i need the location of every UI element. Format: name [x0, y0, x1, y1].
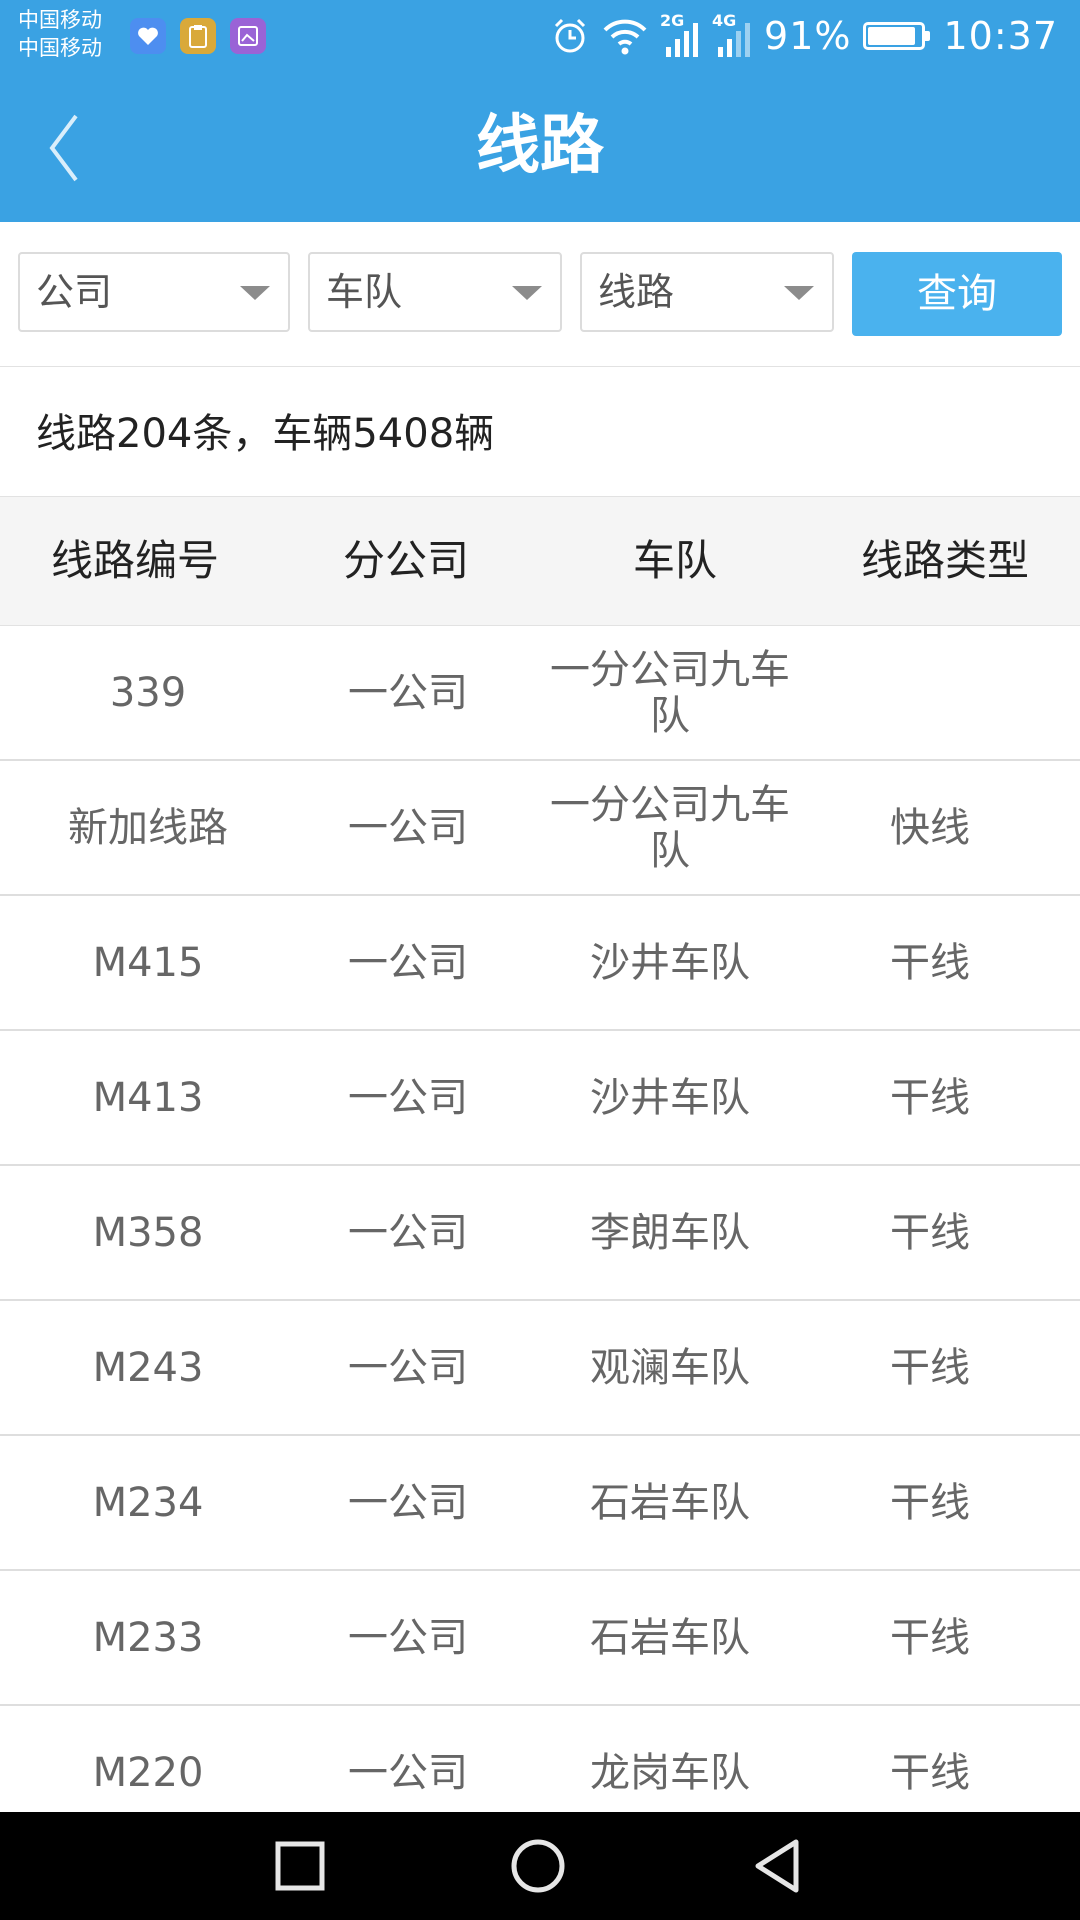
- column-header-route-number: 线路编号: [50, 536, 219, 585]
- notification-icons: [130, 18, 266, 54]
- cell-branch: 一公司: [348, 804, 468, 851]
- cell-fleet: 李朗车队: [590, 1209, 750, 1256]
- carrier-label-2: 中国移动: [18, 36, 102, 60]
- page-title: 线路: [476, 109, 604, 183]
- cell-branch: 一公司: [348, 1074, 468, 1121]
- battery-percent: 91%: [764, 14, 852, 58]
- battery-level: [868, 27, 916, 45]
- table-row[interactable]: M413 一公司 沙井车队 干线: [0, 1031, 1080, 1166]
- gallery-app-icon: [230, 18, 266, 54]
- cell-fleet: 一分公司九车队: [550, 646, 790, 739]
- status-bar: 中国移动 中国移动 2G 4G 91% 10:37: [0, 0, 1080, 72]
- home-icon[interactable]: [510, 1838, 566, 1894]
- cell-fleet: 石岩车队: [590, 1614, 750, 1661]
- cell-route-number: M234: [92, 1479, 204, 1526]
- cell-route-number: M415: [92, 939, 204, 986]
- table-row[interactable]: 新加线路 一公司 一分公司九车队 快线: [0, 761, 1080, 896]
- cell-route-number: 新加线路: [68, 804, 228, 851]
- cell-branch: 一公司: [348, 939, 468, 986]
- column-header-route-type: 线路类型: [860, 536, 1029, 585]
- dropdown-arrow-icon: [240, 286, 270, 300]
- cell-route-number: M413: [92, 1074, 204, 1121]
- dropdown-arrow-icon: [512, 286, 542, 300]
- alarm-icon: [554, 18, 586, 53]
- clipboard-app-icon: [180, 18, 216, 54]
- cell-fleet: 沙井车队: [590, 1074, 750, 1121]
- battery-icon: [863, 22, 931, 50]
- filter-bar: 公司 车队 线路 查询: [0, 222, 1080, 367]
- table-row[interactable]: M415 一公司 沙井车队 干线: [0, 896, 1080, 1031]
- cell-branch: 一公司: [348, 1479, 468, 1526]
- cell-route-type: 干线: [890, 1614, 970, 1661]
- cell-fleet: 观澜车队: [590, 1344, 750, 1391]
- company-select[interactable]: 公司: [18, 252, 290, 332]
- cell-route-type: 干线: [890, 1344, 970, 1391]
- cell-route-type: 干线: [890, 939, 970, 986]
- table-header: 线路编号 分公司 车队 线路类型: [0, 496, 1080, 626]
- signal-strength-icon-1: 2G: [660, 11, 700, 59]
- company-select-label: 公司: [36, 270, 113, 314]
- cell-route-number: M243: [92, 1344, 204, 1391]
- table-row[interactable]: M243 一公司 观澜车队 干线: [0, 1301, 1080, 1436]
- system-navigation-bar: [0, 1812, 1080, 1920]
- carrier-label-1: 中国移动: [18, 8, 102, 32]
- wifi-icon: [603, 19, 647, 55]
- cell-fleet: 石岩车队: [590, 1479, 750, 1526]
- title-bar: 线路: [0, 72, 1080, 222]
- route-select-label: 线路: [598, 270, 675, 314]
- cell-fleet: 沙井车队: [590, 939, 750, 986]
- cell-branch: 一公司: [348, 1344, 468, 1391]
- fleet-select[interactable]: 车队: [308, 252, 562, 332]
- route-select[interactable]: 线路: [580, 252, 834, 332]
- column-header-fleet: 车队: [632, 536, 717, 585]
- cell-fleet: 一分公司九车队: [550, 781, 790, 874]
- table-row[interactable]: M358 一公司 李朗车队 干线: [0, 1166, 1080, 1301]
- recent-apps-icon[interactable]: [272, 1838, 328, 1894]
- cell-branch: 一公司: [348, 1614, 468, 1661]
- signal-strength-icon-2: 4G: [712, 11, 752, 59]
- cell-branch: 一公司: [348, 669, 468, 716]
- cell-route-type: 快线: [890, 804, 970, 851]
- query-button[interactable]: 查询: [852, 252, 1062, 336]
- cell-route-type: 干线: [890, 1209, 970, 1256]
- clock: 10:37: [943, 14, 1058, 58]
- cell-route-number: M233: [92, 1614, 204, 1661]
- column-header-branch: 分公司: [342, 536, 469, 585]
- fleet-select-label: 车队: [326, 270, 403, 314]
- back-icon[interactable]: [750, 1838, 806, 1894]
- health-app-icon: [130, 18, 166, 54]
- cell-branch: 一公司: [348, 1209, 468, 1256]
- table-row[interactable]: M234 一公司 石岩车队 干线: [0, 1436, 1080, 1571]
- cell-route-type: [820, 626, 1040, 759]
- dropdown-arrow-icon: [784, 286, 814, 300]
- table-body: 339 一公司 一分公司九车队 新加线路 一公司 一分公司九车队 快线 M415…: [0, 626, 1080, 1841]
- cell-route-number: 339: [109, 669, 187, 716]
- table-row[interactable]: M233 一公司 石岩车队 干线: [0, 1571, 1080, 1706]
- status-indicators: 2G 4G 91% 10:37: [550, 0, 1058, 72]
- cell-route-number: M358: [92, 1209, 204, 1256]
- cell-route-type: 干线: [890, 1074, 970, 1121]
- cell-route-type: 干线: [890, 1479, 970, 1526]
- summary-text: 线路204条，车辆5408辆: [36, 411, 495, 457]
- table-row[interactable]: 339 一公司 一分公司九车队: [0, 626, 1080, 761]
- carrier-info: 中国移动 中国移动: [18, 6, 102, 62]
